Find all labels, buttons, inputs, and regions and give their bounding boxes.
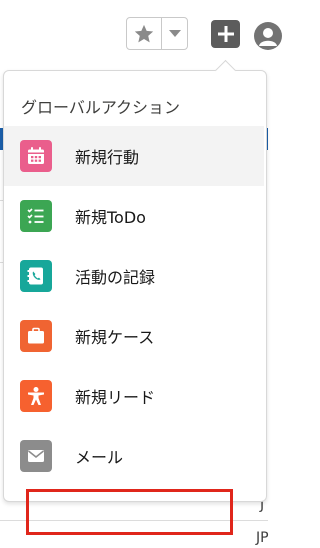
person-icon bbox=[20, 380, 52, 412]
calendar-icon bbox=[20, 140, 52, 172]
menu-item-new-lead[interactable]: 新規リード bbox=[4, 366, 264, 426]
menu-item-label: 新規リード bbox=[75, 388, 156, 407]
menu-item-new-todo[interactable]: 新規ToDo bbox=[4, 186, 264, 246]
email-icon bbox=[20, 440, 52, 472]
plus-icon bbox=[217, 26, 234, 42]
menu-item-email[interactable]: メール bbox=[4, 426, 264, 486]
phone-icon bbox=[20, 260, 52, 292]
menu-item-label: 新規ToDo bbox=[75, 208, 146, 227]
global-actions-button[interactable] bbox=[211, 20, 240, 48]
menu-item-log-a-call[interactable]: 活動の記録 bbox=[4, 246, 264, 306]
menu-item-label: 活動の記録 bbox=[75, 268, 156, 287]
favorites-menu-button[interactable] bbox=[162, 18, 187, 49]
user-icon bbox=[259, 28, 277, 46]
background-text-fragment: JP bbox=[256, 530, 269, 546]
menu-item-label: メール bbox=[75, 448, 124, 467]
menu-item-label: 新規ケース bbox=[75, 328, 155, 347]
chevron-down-icon bbox=[168, 29, 181, 37]
popover-title: グローバルアクション bbox=[21, 98, 181, 117]
highlight-box bbox=[26, 489, 233, 535]
menu-item-new-case[interactable]: 新規ケース bbox=[4, 306, 264, 366]
favorites-button-group bbox=[126, 17, 188, 50]
menu-item-label: 新規行動 bbox=[75, 148, 140, 167]
avatar[interactable] bbox=[254, 22, 282, 50]
briefcase-icon bbox=[20, 320, 52, 352]
star-icon bbox=[134, 24, 154, 42]
favorites-button[interactable] bbox=[127, 18, 161, 49]
task-list-icon bbox=[20, 200, 52, 232]
menu-item-new-event[interactable]: 新規行動 bbox=[4, 126, 264, 186]
